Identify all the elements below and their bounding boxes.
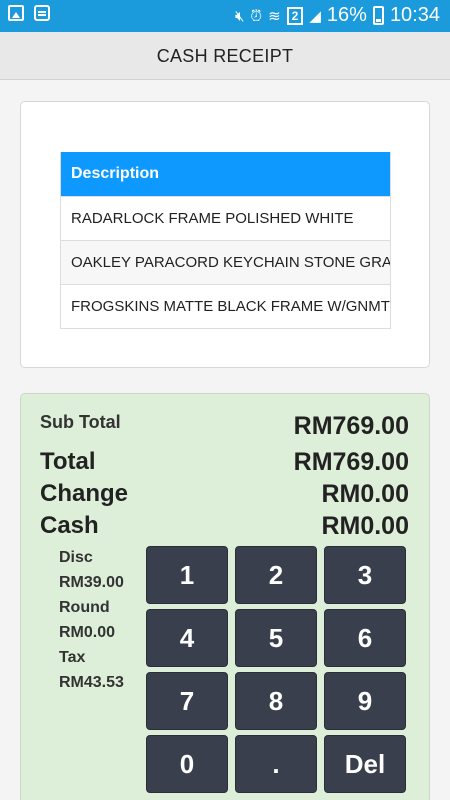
disc-value: RM39.00 — [59, 574, 124, 591]
tax-label: Tax — [59, 649, 86, 666]
key-4-button[interactable]: 4 — [146, 609, 228, 667]
clock: 10:34 — [389, 4, 440, 26]
cash-label: Cash — [40, 512, 99, 539]
table-row[interactable]: OAKLEY PARACORD KEYCHAIN STONE GRAY — [61, 240, 390, 284]
change-line: Change RM0.00 — [40, 480, 409, 509]
cash-value: RM0.00 — [321, 512, 409, 540]
table-row[interactable]: RADARLOCK FRAME POLISHED WHITE — [61, 196, 390, 240]
battery-percent: 16% — [326, 4, 367, 26]
mute-icon: 🔇︎ — [234, 6, 245, 25]
key-8-button[interactable]: 8 — [235, 672, 317, 730]
table-row[interactable]: FROGSKINS MATTE BLACK FRAME W/GNMTL — [61, 284, 390, 328]
change-value: RM0.00 — [321, 480, 409, 508]
key-3-button[interactable]: 3 — [324, 546, 406, 604]
image-icon — [8, 5, 24, 21]
round-value: RM0.00 — [59, 624, 116, 641]
keypad: 1 2 3 4 5 6 7 8 9 0 . Del — [146, 546, 408, 793]
sim-icon: 2 — [286, 6, 304, 25]
key-0-button[interactable]: 0 — [146, 735, 228, 793]
table-header-description: Description — [61, 152, 390, 196]
message-icon — [34, 5, 50, 21]
disc-label: Disc — [59, 549, 93, 566]
round-label: Round — [59, 599, 110, 616]
key-9-button[interactable]: 9 — [324, 672, 406, 730]
signal-icon: ◢ — [309, 6, 321, 25]
items-table[interactable]: Description RADARLOCK FRAME POLISHED WHI… — [60, 152, 391, 329]
summary-details: Disc RM39.00 Round RM0.00 Tax RM43.53 — [59, 545, 149, 695]
key-1-button[interactable]: 1 — [146, 546, 228, 604]
subtotal-value: RM769.00 — [293, 412, 409, 440]
app-bar: CASH RECEIPT — [0, 32, 450, 80]
key-2-button[interactable]: 2 — [235, 546, 317, 604]
key-7-button[interactable]: 7 — [146, 672, 228, 730]
total-line: Total RM769.00 — [40, 448, 409, 477]
key-6-button[interactable]: 6 — [324, 609, 406, 667]
key-5-button[interactable]: 5 — [235, 609, 317, 667]
key-decimal-button[interactable]: . — [235, 735, 317, 793]
subtotal-label: Sub Total — [40, 412, 121, 432]
items-card: Description RADARLOCK FRAME POLISHED WHI… — [20, 101, 430, 368]
wifi-icon: ≋ — [268, 6, 281, 25]
change-label: Change — [40, 480, 129, 507]
delete-button[interactable]: Del — [324, 735, 406, 793]
total-value: RM769.00 — [293, 448, 409, 476]
subtotal-line: Sub Total RM769.00 — [40, 412, 409, 441]
status-bar: 🔇︎ ⏰︎ ≋ 2 ◢ 16% 10:34 — [0, 0, 450, 32]
tax-value: RM43.53 — [59, 674, 124, 691]
battery-icon — [372, 6, 384, 25]
page-title: CASH RECEIPT — [156, 46, 294, 66]
cash-line: Cash RM0.00 — [40, 512, 409, 541]
totals-panel: Sub Total RM769.00 Total RM769.00 Change… — [20, 393, 430, 800]
alarm-icon: ⏰︎ — [250, 6, 263, 25]
total-label: Total — [40, 448, 96, 475]
